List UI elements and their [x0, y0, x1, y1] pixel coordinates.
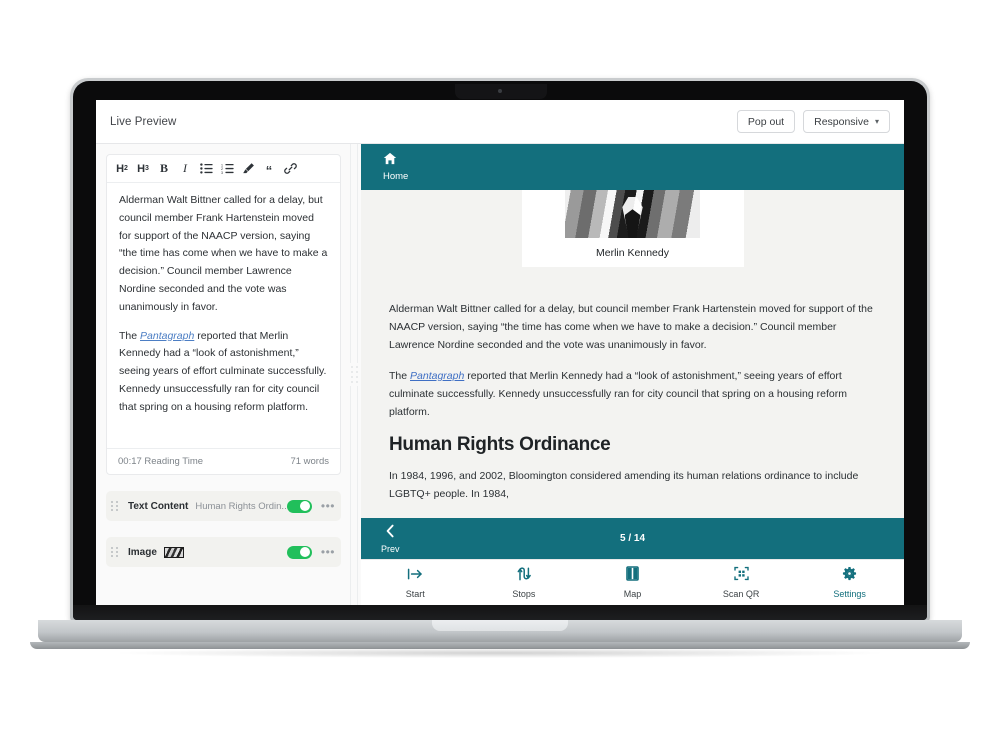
laptop-mockup: Live Preview Pop out Responsive ▾ H2 H3 [0, 0, 1000, 750]
tab-settings[interactable]: Settings [795, 560, 904, 605]
heading-3-button[interactable]: H3 [133, 159, 153, 179]
block-visibility-toggle[interactable] [286, 545, 312, 559]
block-visibility-toggle[interactable] [286, 499, 312, 513]
heading-2-button[interactable]: H2 [112, 159, 132, 179]
block-label: Image [128, 546, 157, 558]
block-text-content[interactable]: Text Content Human Rights Ordin... ••• [106, 491, 341, 521]
editor-toolbar: H2 H3 B I 1 2 3 “ [107, 155, 340, 183]
workspace: H2 H3 B I 1 2 3 “ Alderman Walt Bittner … [96, 144, 904, 605]
bullet-list-icon[interactable] [196, 159, 216, 179]
svg-text:3: 3 [221, 171, 223, 174]
photo-caption: Merlin Kennedy [596, 247, 669, 259]
editor-pane: H2 H3 B I 1 2 3 “ Alderman Walt Bittner … [96, 144, 347, 605]
link-icon[interactable] [280, 159, 300, 179]
highlight-eraser-icon[interactable] [238, 159, 258, 179]
tab-map[interactable]: Map [578, 560, 687, 605]
block-label: Text Content [128, 500, 189, 512]
chevron-left-icon [385, 524, 396, 543]
panel-resize-handle[interactable] [347, 144, 361, 605]
chevron-down-icon: ▾ [874, 116, 879, 126]
app-header: Live Preview Pop out Responsive ▾ [96, 100, 904, 144]
tab-label: Settings [833, 589, 866, 599]
home-label: Home [383, 171, 409, 182]
preview-content[interactable]: Merlin Kennedy Alderman Walt Bittner cal… [361, 190, 904, 518]
word-count: 71 words [290, 456, 329, 467]
qr-icon [733, 566, 749, 586]
home-icon [383, 152, 397, 170]
preview-paragraph-3: In 1984, 1996, and 2002, Bloomington con… [389, 470, 859, 500]
block-overflow-menu-icon[interactable]: ••• [321, 546, 335, 558]
prev-label: Prev [381, 543, 400, 554]
map-icon [626, 566, 639, 586]
tab-stops[interactable]: Stops [470, 560, 579, 605]
numbered-list-icon[interactable]: 1 2 3 [217, 159, 237, 179]
tab-scan-qr[interactable]: Scan QR [687, 560, 796, 605]
prev-button[interactable]: Prev [381, 524, 400, 554]
preview-photo-card: Merlin Kennedy [521, 190, 744, 267]
editor-paragraph-2: The Pantagraph reported that Merlin Kenn… [119, 328, 328, 417]
block-image[interactable]: Image ••• [106, 537, 341, 567]
editor-status-bar: 00:17 Reading Time 71 words [107, 448, 340, 474]
preview-pager: Prev 5 / 14 [361, 518, 904, 559]
tab-label: Scan QR [722, 589, 760, 599]
drag-handle-icon[interactable] [106, 537, 122, 567]
preview-paragraph-1: Alderman Walt Bittner called for a delay… [389, 303, 873, 351]
section-heading: Human Rights Ordinance [389, 434, 611, 455]
pantagraph-link[interactable]: Pantagraph [140, 330, 194, 342]
pop-out-label: Pop out [747, 115, 785, 128]
editor-p2-after: reported that Merlin Kennedy had a “look… [119, 329, 327, 413]
editor-p2-before: The [119, 329, 141, 342]
tab-label: Map [623, 589, 642, 599]
tab-start[interactable]: Start [361, 560, 470, 605]
bold-button[interactable]: B [154, 159, 174, 179]
page-counter: 5 / 14 [619, 533, 646, 544]
preview-topbar: Home [361, 144, 904, 190]
tab-label: Stops [512, 589, 536, 599]
block-list: Text Content Human Rights Ordin... ••• I… [106, 491, 341, 567]
start-icon [407, 567, 423, 586]
pop-out-button[interactable]: Pop out [736, 110, 796, 133]
preview-paragraph-2: The Pantagraph reported that Merlin Kenn… [389, 367, 876, 421]
page-title: Live Preview [110, 115, 177, 128]
gear-icon [842, 566, 857, 586]
responsive-label: Responsive [814, 115, 869, 128]
portrait-photo [565, 190, 700, 238]
laptop-lid-bottom [73, 605, 927, 620]
preview-tabbar: Start Stops Map Scan QR Settings [361, 559, 904, 605]
block-subtitle: Human Rights Ordin... [195, 500, 287, 512]
responsive-dropdown[interactable]: Responsive ▾ [803, 110, 890, 133]
blockquote-icon[interactable]: “ [259, 159, 279, 179]
preview-pane: Home Merlin Kennedy Alderman Walt Bittne… [361, 144, 904, 605]
laptop-shadow [120, 648, 880, 658]
preview-article: Alderman Walt Bittner called for a delay… [361, 300, 904, 516]
drag-handle-icon[interactable] [106, 491, 122, 521]
block-overflow-menu-icon[interactable]: ••• [321, 500, 335, 512]
camera-icon [498, 89, 502, 93]
preview-p2-before: The [389, 370, 411, 382]
laptop-base-notch [432, 620, 568, 631]
italic-button[interactable]: I [175, 159, 195, 179]
tab-label: Start [405, 588, 425, 599]
editor-body[interactable]: Alderman Walt Bittner called for a delay… [107, 183, 340, 448]
reading-time: 00:17 Reading Time [118, 456, 204, 467]
header-actions: Pop out Responsive ▾ [736, 110, 890, 133]
editor-paragraph-1: Alderman Walt Bittner called for a delay… [119, 194, 328, 313]
editor-card: H2 H3 B I 1 2 3 “ Alderman Walt Bittner … [106, 154, 341, 475]
stops-icon [517, 566, 531, 586]
pantagraph-link[interactable]: Pantagraph [410, 370, 464, 382]
screen: Live Preview Pop out Responsive ▾ H2 H3 [96, 100, 904, 605]
image-thumbnail [163, 546, 184, 558]
